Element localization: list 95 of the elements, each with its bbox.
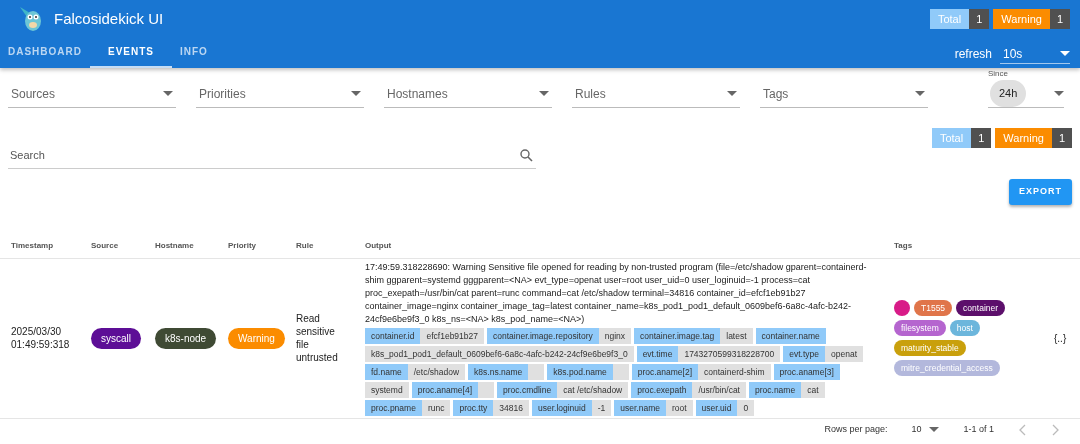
source-chip: syscall <box>91 327 141 349</box>
field-key: user.loginuid <box>531 399 592 416</box>
field-key: proc.pname <box>365 399 422 416</box>
refresh-dropdown[interactable]: 10s <box>1000 44 1070 64</box>
field-key: user.uid <box>695 399 738 416</box>
field-key: proc.aname[2] <box>631 363 699 380</box>
rows-per-page-dropdown[interactable]: 10 <box>911 422 940 437</box>
filter-dropdown[interactable]: Rules <box>572 80 740 108</box>
field-value: efcf1eb91b27 <box>420 327 484 344</box>
page-range: 1-1 of 1 <box>963 422 994 436</box>
search-icon <box>520 149 533 162</box>
field-key: k8s.pod.name <box>547 363 613 380</box>
field-value: /etc/shadow <box>407 363 466 380</box>
caret-icon <box>1060 51 1070 56</box>
export-button[interactable]: EXPORT <box>1009 179 1072 205</box>
field-value: containerd-shim <box>698 363 771 380</box>
field-key: k8s.ns.name <box>468 363 529 380</box>
empty-field-value <box>478 381 494 398</box>
field-value: k8s_pod1_pod1_default_0609bef6-6a8c-4afc-b242-24cf9e6be9f3_0 <box>365 345 634 362</box>
field-value: 34816 <box>493 399 529 416</box>
field-key: container.id <box>365 327 421 344</box>
column-header: Output <box>354 234 883 259</box>
tag-chip: host <box>949 320 980 336</box>
field-value: openat <box>825 345 863 362</box>
warning-counter-label: Warning <box>995 128 1052 148</box>
field-value: 0 <box>737 399 755 416</box>
field-key: proc.cmdline <box>497 381 558 398</box>
tag-chip: maturity_stable <box>894 340 966 356</box>
total-counter-label: Total <box>931 128 972 148</box>
caret-icon <box>1054 91 1064 96</box>
refresh-label: refresh <box>954 46 992 63</box>
field-value: -1 <box>591 399 612 416</box>
app-title: Falcosidekick UI <box>54 8 164 29</box>
caret-icon <box>163 91 173 96</box>
tag-chip: T1555 <box>914 300 953 316</box>
counter-count: 1 <box>969 9 990 29</box>
field-key: container.image.repository <box>487 327 599 344</box>
field-value: cat <box>801 381 825 398</box>
column-header: Rule <box>285 234 354 259</box>
field-value: nginx <box>598 327 632 344</box>
timestamp-date: 2025/03/30 <box>11 325 63 338</box>
previous-page-icon[interactable] <box>1018 423 1026 436</box>
column-header: Timestamp <box>0 234 80 259</box>
counter-count: 1 <box>971 128 992 148</box>
field-value: systemd <box>365 381 409 398</box>
field-value: 1743270599318228700 <box>678 345 781 362</box>
tag-chip: mitre_credential_access <box>894 360 1000 376</box>
field-value: runc <box>421 399 451 416</box>
total-counter-label: Total <box>929 9 970 29</box>
rule-text: Read sensitive file untrusted <box>296 312 339 364</box>
filter-dropdown[interactable]: Tags <box>760 80 928 108</box>
timestamp-time: 01:49:59:318 <box>11 338 70 351</box>
field-value: root <box>665 399 693 416</box>
column-header: Source <box>80 234 144 259</box>
priority-chip: Warning <box>228 327 285 349</box>
filter-dropdown[interactable]: Sources <box>8 80 176 108</box>
caret-icon <box>351 91 361 96</box>
filter-dropdown[interactable]: Priorities <box>196 80 364 108</box>
field-key: proc.aname[3] <box>773 363 840 380</box>
caret-icon <box>915 91 925 96</box>
caret-icon <box>727 91 737 96</box>
field-key: user.name <box>614 399 666 416</box>
field-key: evt.type <box>783 345 825 362</box>
hostname-chip: k8s-node <box>155 327 217 349</box>
warning-counter-label: Warning <box>993 9 1050 29</box>
column-header: Hostname <box>144 234 217 259</box>
column-header: Tags <box>883 234 1043 259</box>
counter-count: 1 <box>1049 9 1070 29</box>
caret-icon <box>539 91 549 96</box>
counter-count: 1 <box>1051 128 1072 148</box>
field-key: container.image.tag <box>634 327 721 344</box>
filter-dropdown[interactable]: Hostnames <box>384 80 552 108</box>
details-toggle[interactable]: {..} <box>1054 331 1067 345</box>
nav-tab[interactable]: EVENTS <box>90 38 172 68</box>
caret-icon <box>929 427 940 432</box>
field-key: proc.name <box>749 381 802 398</box>
field-key: proc.tty <box>453 399 494 416</box>
next-page-icon[interactable] <box>1052 423 1060 436</box>
time-range-chip: 24h <box>990 80 1027 107</box>
field-key: evt.time <box>636 345 679 362</box>
since-label: Since <box>988 68 1009 80</box>
output-text: 17:49:59.318228690: Warning Sensitive file opened for reading by non-trusted program (file=/etc/shadow gparent=containerd-shim ggparent=systemd gggparent=<NA> evt_type=openat user=root user_uid=0 user_loginuid=-1 process=cat proc_exepath=/usr/bin/cat parent=runc command=cat /etc/shadow terminal=34816 container_id=efcf1eb91b27 container_image=nginx container_image_tag=latest container_name=k8s_pod1_pod1_default_0609bef6-6a8c-4afc-b242-24cf9e6be9f3_0 k8s_ns=<NA> k8s_pod_name=<NA>) <box>365 260 868 326</box>
field-value: latest <box>720 327 753 344</box>
field-key: fd.name <box>365 363 408 380</box>
search-field[interactable]: Search <box>8 143 536 169</box>
field-key: proc.aname[4] <box>411 381 478 398</box>
field-key: proc.exepath <box>631 381 693 398</box>
since-dropdown[interactable]: 24h <box>988 80 1064 108</box>
tag-chip: container <box>956 300 1006 316</box>
field-value: cat /etc/shadow <box>557 381 629 398</box>
field-key: container.name <box>755 327 826 344</box>
field-value: /usr/bin/cat <box>692 381 746 398</box>
column-header: Priority <box>217 234 285 259</box>
rows-per-page-label: Rows per page: <box>824 422 888 436</box>
tag-chip: filesystem <box>894 320 946 336</box>
